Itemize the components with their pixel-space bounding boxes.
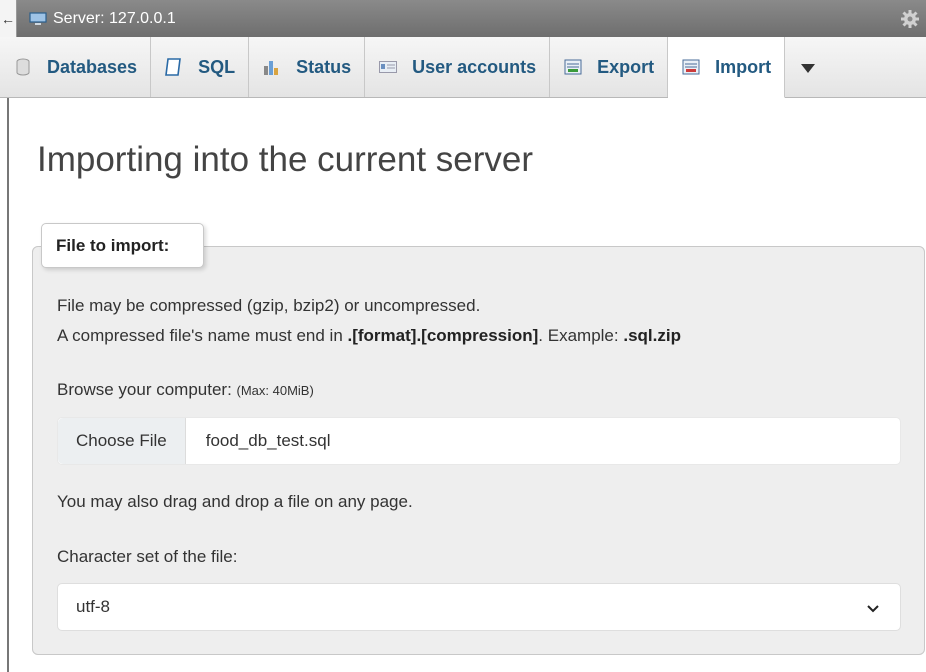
top-menu-tabs: Databases SQL Status User accounts Expor… (0, 37, 926, 98)
users-icon (378, 57, 398, 77)
compression-note: File may be compressed (gzip, bzip2) or … (57, 296, 481, 315)
chevron-down-icon (866, 601, 880, 615)
export-icon (563, 57, 583, 77)
compression-example: A compressed file's name must end in .[f… (57, 326, 681, 345)
caret-down-icon (801, 57, 816, 78)
tab-label: SQL (198, 56, 236, 77)
collapse-navigation-button[interactable]: ← (0, 0, 17, 37)
import-icon (681, 57, 701, 77)
gear-icon[interactable] (900, 9, 920, 29)
tab-label: User accounts (412, 56, 537, 77)
tab-user-accounts[interactable]: User accounts (365, 37, 551, 97)
server-icon (29, 11, 47, 26)
file-to-import-legend: File to import: (41, 223, 204, 268)
more-tabs-dropdown[interactable] (785, 37, 825, 97)
tab-label: Status (296, 56, 352, 77)
tab-status[interactable]: Status (249, 37, 366, 97)
server-link[interactable]: Server: 127.0.0.1 (53, 10, 176, 28)
drag-drop-note: You may also drag and drop a file on any… (57, 492, 413, 511)
tab-label: Import (715, 56, 772, 77)
database-icon (13, 57, 33, 77)
phpmyadmin-window: ← Server: 127.0.0.1 Databases SQL Status… (0, 0, 926, 672)
page-title: Importing into the current server (37, 140, 534, 179)
tab-import[interactable]: Import (668, 37, 786, 98)
charset-selected-value: utf-8 (76, 597, 111, 616)
tab-label: Export (597, 56, 655, 77)
status-icon (262, 57, 282, 77)
max-upload-size: (Max: 40MiB) (236, 383, 314, 398)
content-left-border (7, 98, 9, 672)
back-arrow-icon: ← (1, 10, 15, 27)
charset-select[interactable]: utf-8 (57, 583, 901, 631)
tab-export[interactable]: Export (550, 37, 669, 97)
sql-icon (164, 57, 184, 77)
file-upload-input[interactable]: Choose File food_db_test.sql (57, 417, 901, 465)
server-breadcrumb-bar: ← Server: 127.0.0.1 (0, 0, 926, 37)
choose-file-button[interactable]: Choose File (58, 418, 186, 464)
selected-file-name: food_db_test.sql (205, 431, 331, 450)
browse-label: Browse your computer: (Max: 40MiB) (57, 380, 314, 399)
charset-label: Character set of the file: (57, 547, 238, 566)
tab-sql[interactable]: SQL (151, 37, 250, 97)
tab-label: Databases (47, 56, 138, 77)
tab-databases[interactable]: Databases (0, 37, 152, 97)
